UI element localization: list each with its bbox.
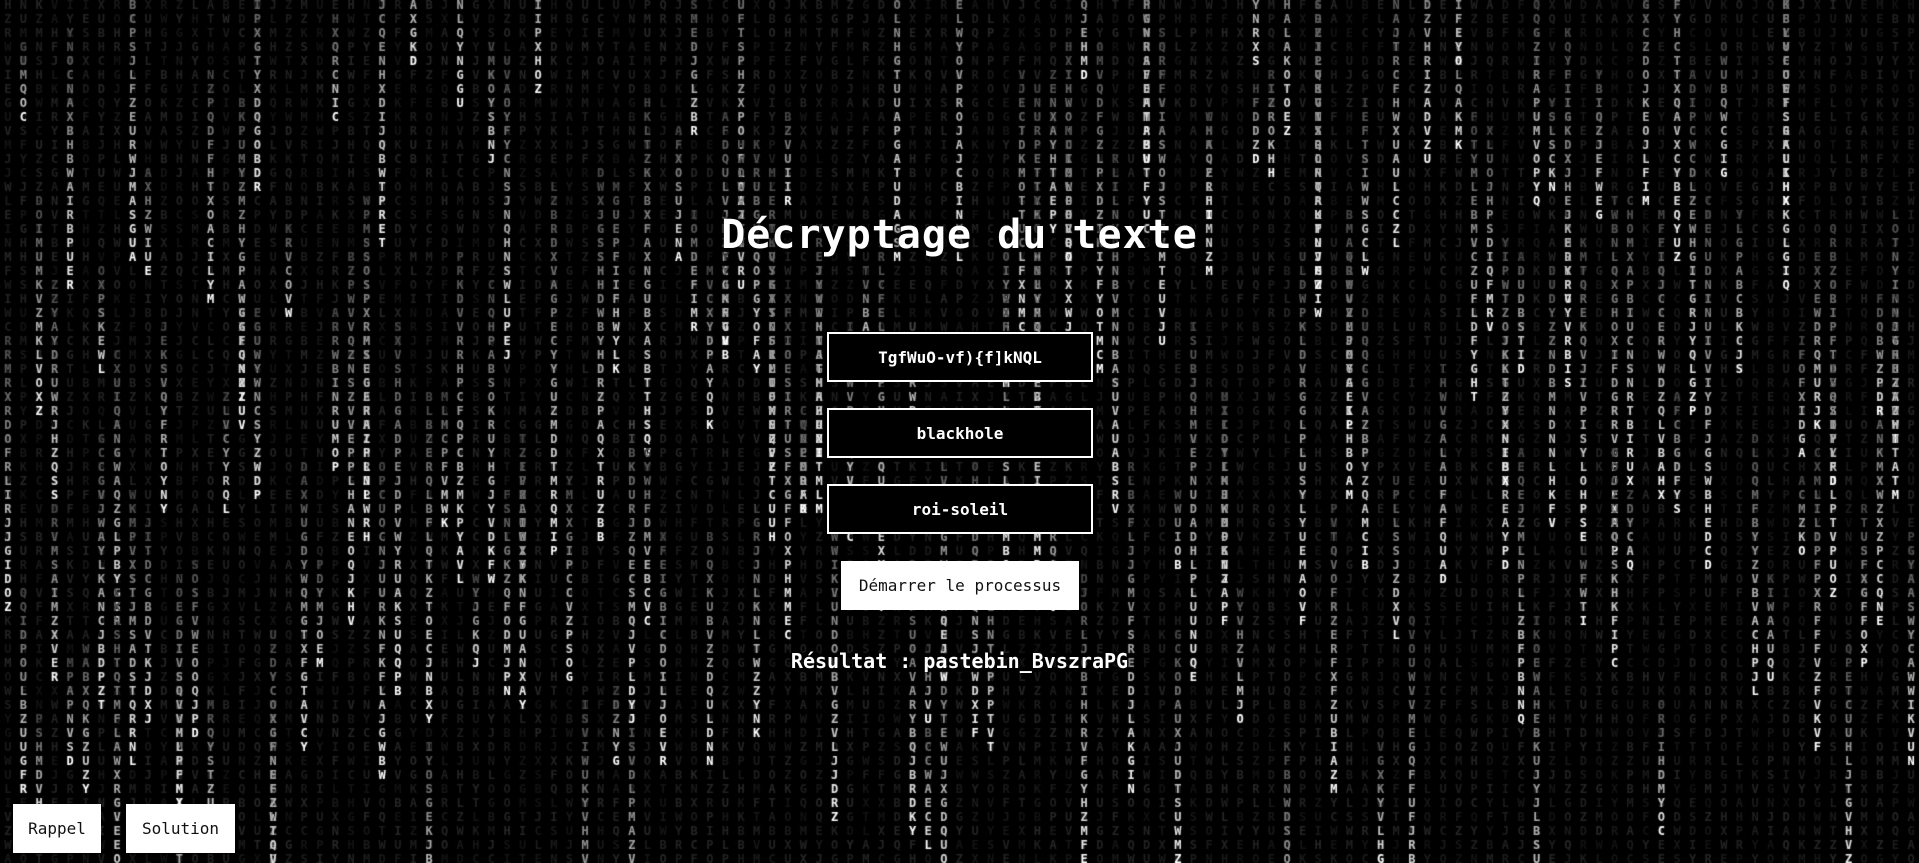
solution-button[interactable]: Solution [126, 804, 235, 853]
app-screen: Décryptage du texte Démarrer le processu… [0, 0, 1919, 863]
first-key-input[interactable] [827, 408, 1093, 458]
result-text: Résultat : pastebin_BvszraPG [790, 649, 1129, 673]
rappel-button[interactable]: Rappel [13, 804, 101, 853]
start-process-button[interactable]: Démarrer le processus [841, 561, 1079, 610]
page-title: Décryptage du texte [721, 212, 1198, 258]
cipher-text-input[interactable] [827, 332, 1093, 382]
second-key-input[interactable] [827, 484, 1093, 534]
